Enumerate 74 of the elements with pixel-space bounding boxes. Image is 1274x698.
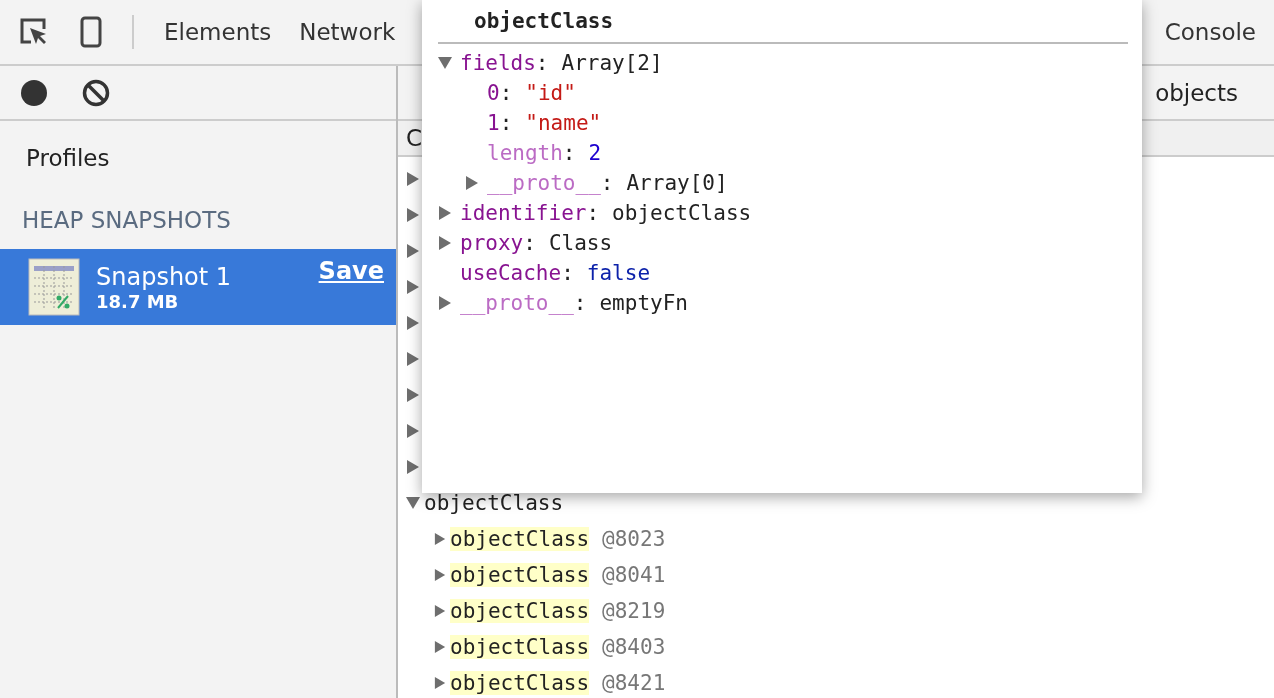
colon: : xyxy=(535,51,549,75)
property-value: emptyFn xyxy=(599,291,688,315)
filter-label: objects xyxy=(1155,79,1238,106)
expand-arrow-icon[interactable] xyxy=(465,176,479,190)
expand-arrow-icon[interactable] xyxy=(406,316,420,330)
expand-arrow-icon[interactable] xyxy=(438,236,452,250)
colon: : xyxy=(523,231,536,255)
popover-title: objectClass xyxy=(473,8,615,35)
property-key: useCache xyxy=(460,261,562,285)
expand-arrow-icon[interactable] xyxy=(438,206,452,220)
expand-arrow-icon[interactable] xyxy=(438,296,452,310)
colon: : xyxy=(561,261,574,285)
sidebar-title: Profiles xyxy=(25,144,111,173)
colon: : xyxy=(573,291,587,315)
snapshot-size: 18.7 MB xyxy=(96,290,180,312)
object-id: @8403 xyxy=(602,635,666,659)
expand-arrow-icon[interactable] xyxy=(406,172,420,186)
expand-arrow-icon[interactable] xyxy=(434,677,446,689)
property-key: proxy xyxy=(460,231,524,255)
expand-arrow-icon[interactable] xyxy=(434,533,446,545)
snapshot-item[interactable]: Snapshot 1 18.7 MB Save xyxy=(0,249,396,325)
expand-arrow-icon[interactable] xyxy=(434,569,446,581)
record-icon[interactable] xyxy=(20,78,48,107)
object-name: objectClass xyxy=(450,599,590,623)
property-value: Class xyxy=(548,231,613,255)
colon: : xyxy=(499,111,513,135)
colon: : xyxy=(499,81,513,105)
property-key: 1 xyxy=(487,111,500,135)
property-value: false xyxy=(586,261,651,285)
expand-arrow-icon[interactable] xyxy=(406,280,420,294)
object-name: objectClass xyxy=(450,563,590,587)
expand-arrow-icon[interactable] xyxy=(406,352,420,366)
property-key: length xyxy=(487,141,563,165)
panel-tab[interactable]: Console xyxy=(1164,19,1256,45)
colon: : xyxy=(586,201,600,225)
save-link[interactable]: Save xyxy=(318,257,384,285)
expand-arrow-icon[interactable] xyxy=(434,605,446,617)
snapshot-name: Snapshot 1 xyxy=(96,262,233,291)
object-id: @8023 xyxy=(602,527,666,551)
constructor-name: objectClass xyxy=(424,491,564,515)
spreadsheet-icon xyxy=(28,258,80,316)
property-key: fields xyxy=(460,51,536,75)
object-name: objectClass xyxy=(450,671,590,695)
property-value: Array[0] xyxy=(626,171,728,195)
column-header[interactable]: C xyxy=(406,125,423,151)
object-id: @8041 xyxy=(602,563,666,587)
object-id: @8219 xyxy=(602,599,666,623)
expand-arrow-icon[interactable] xyxy=(406,208,420,222)
expand-arrow-icon[interactable] xyxy=(406,388,420,402)
expand-arrow-icon[interactable] xyxy=(406,424,420,438)
device-icon[interactable] xyxy=(80,16,102,48)
object-id: @8421 xyxy=(602,671,666,695)
expand-arrow-icon[interactable] xyxy=(434,641,446,653)
property-value: "name" xyxy=(525,111,602,135)
panel-tab[interactable]: Elements xyxy=(164,19,272,45)
colon: : xyxy=(600,171,614,195)
clear-icon[interactable] xyxy=(82,78,110,107)
collapse-arrow-icon[interactable] xyxy=(406,496,420,510)
property-key: 0 xyxy=(487,81,500,105)
property-key: identifier xyxy=(460,201,587,225)
section-heading: HEAP SNAPSHOTS xyxy=(21,206,232,235)
object-name: objectClass xyxy=(450,635,590,659)
expand-arrow-icon[interactable] xyxy=(406,460,420,474)
property-value: "id" xyxy=(525,81,576,105)
panel-tab[interactable]: Network xyxy=(299,19,396,45)
collapse-arrow-icon[interactable] xyxy=(438,56,452,70)
property-key: __proto__ xyxy=(487,171,601,195)
colon: : xyxy=(562,141,576,165)
property-key: __proto__ xyxy=(460,291,574,315)
property-value: objectClass xyxy=(612,201,752,225)
property-value: Array[2] xyxy=(561,51,663,75)
object-name: objectClass xyxy=(450,527,590,551)
expand-arrow-icon[interactable] xyxy=(406,244,420,258)
property-value: 2 xyxy=(588,141,602,165)
